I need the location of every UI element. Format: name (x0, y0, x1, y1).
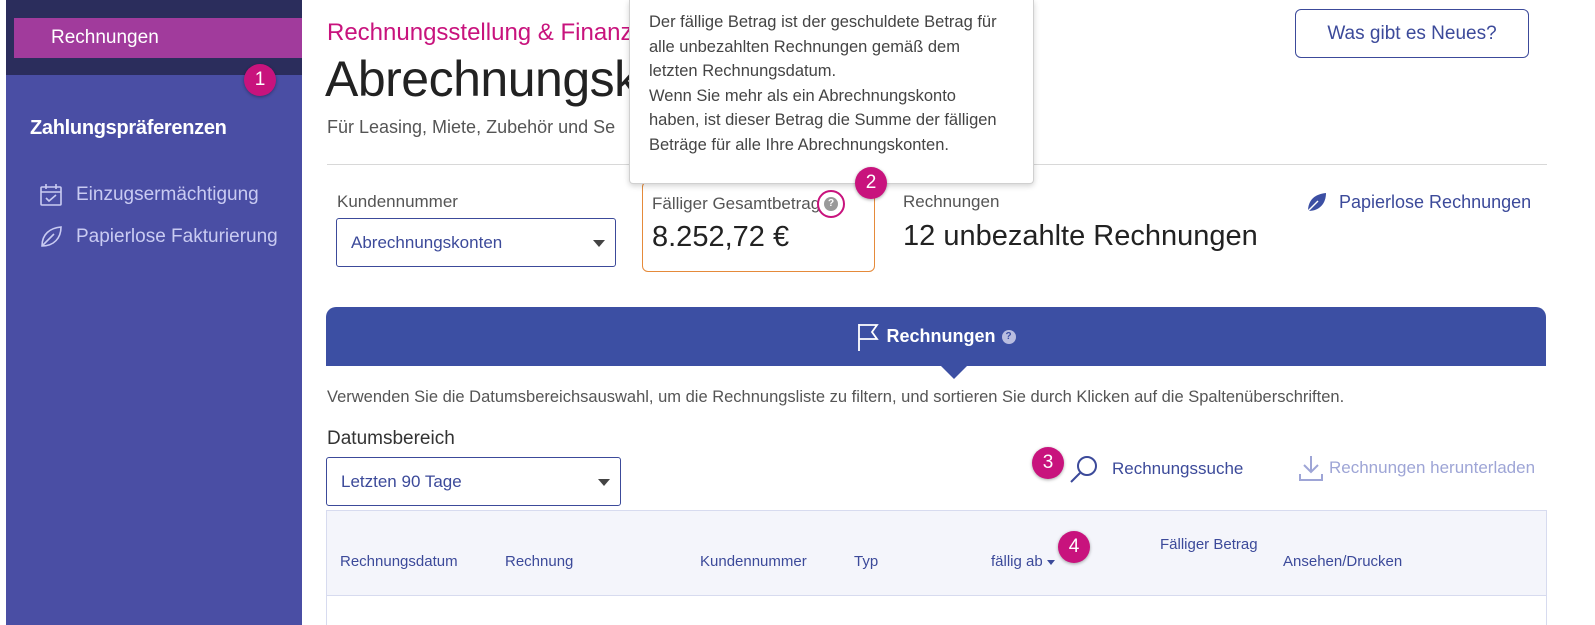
sidebar-item-einzugsermaechtigung[interactable]: Einzugsermächtigung (38, 182, 259, 208)
paperless-invoices-link[interactable]: Papierlose Rechnungen (1305, 190, 1531, 214)
tooltip-line: haben, ist dieser Betrag die Summe der f… (649, 111, 997, 130)
total-due-label: Fälliger Gesamtbetrag (652, 194, 821, 213)
tooltip-line: Beträge für alle Ihre Abrechnungskonten. (649, 135, 949, 154)
column-header-faellig-ab[interactable]: fällig ab (991, 553, 1055, 570)
annotation-marker: 4 (1058, 531, 1090, 563)
sidebar-section-title: Zahlungspräferenzen (30, 117, 227, 139)
download-invoices-button[interactable]: Rechnungen herunterladen (1297, 453, 1535, 483)
download-invoices-label: Rechnungen herunterladen (1329, 458, 1536, 477)
column-header-kundennummer[interactable]: Kundennummer (700, 553, 807, 570)
invoice-search-label: Rechnungssuche (1112, 459, 1244, 478)
annotation-marker: 2 (855, 167, 887, 199)
leaf-icon (41, 226, 62, 247)
chevron-down-icon (593, 239, 605, 247)
chevron-down-icon (598, 478, 610, 486)
whats-new-button[interactable]: Was gibt es Neues? (1295, 9, 1529, 58)
question-icon: ? (824, 197, 838, 211)
search-icon (1070, 456, 1097, 483)
customer-account-select[interactable]: Abrechnungskonten (336, 218, 616, 267)
customer-account-value: Abrechnungskonten (351, 232, 503, 252)
tab-rechnungen[interactable]: Rechnungen ? (326, 307, 1546, 366)
customer-number-label: Kundennummer (337, 192, 458, 211)
date-range-label: Datumsbereich (327, 428, 455, 449)
calendar-check-icon (40, 184, 62, 206)
tooltip-line: letzten Rechnungsdatum. (649, 62, 837, 81)
tooltip-line: Der fällige Betrag ist der geschuldete B… (649, 13, 997, 31)
column-header-rechnung[interactable]: Rechnung (505, 553, 573, 570)
page-subtitle: Für Leasing, Miete, Zubehör und Se (327, 117, 616, 137)
tooltip-line: Wenn Sie mehr als ein Abrechnungskonto (649, 86, 956, 105)
date-range-value: Letzten 90 Tage (341, 471, 462, 491)
invoice-table-body (326, 596, 1547, 625)
flag-icon (858, 323, 880, 351)
sidebar-item-rechnungen[interactable]: Rechnungen (14, 18, 302, 58)
page-title: Abrechnungsk (325, 51, 639, 107)
invoice-search-button[interactable]: Rechnungssuche (1068, 453, 1243, 485)
amount-help-tooltip: Der fällige Betrag ist der geschuldete B… (629, 0, 1034, 184)
column-header-label: fällig ab (991, 553, 1043, 570)
column-header-ansehen-drucken: Ansehen/Drucken (1283, 553, 1403, 570)
sidebar-link-label: Einzugsermächtigung (76, 184, 259, 205)
download-icon (1299, 456, 1323, 481)
instructions-text: Verwenden Sie die Datumsbereichsauswahl,… (327, 388, 1345, 406)
sort-desc-icon (1046, 559, 1055, 565)
invoice-table-header: Rechnungsdatum Rechnung Kundennummer Typ… (326, 510, 1547, 596)
help-icon[interactable]: ? (817, 190, 845, 218)
tab-label: Rechnungen (886, 326, 996, 346)
paperless-invoices-label: Papierlose Rechnungen (1339, 191, 1532, 212)
sidebar-link-label: Papierlose Fakturierung (76, 226, 278, 247)
annotation-marker: 3 (1032, 447, 1064, 479)
leaf-icon (1307, 193, 1326, 212)
total-due-value: 8.252,72 € (652, 221, 790, 253)
column-header-rechnungsdatum[interactable]: Rechnungsdatum (340, 553, 458, 570)
invoices-label: Rechnungen (903, 192, 1000, 211)
breadcrumb: Rechnungsstellung & Finanz (327, 19, 633, 46)
column-header-typ[interactable]: Typ (854, 553, 878, 570)
annotation-marker: 1 (244, 64, 276, 96)
tab-indicator (940, 365, 968, 379)
column-header-faelliger-betrag[interactable]: Fälliger Betrag (1160, 536, 1258, 553)
help-icon[interactable]: ? (1001, 329, 1016, 344)
sidebar-item-papierlose-fakturierung[interactable]: Papierlose Fakturierung (38, 224, 278, 250)
tooltip-line: alle unbezahlten Rechnungen gemäß dem (649, 37, 960, 56)
unpaid-invoices-count: 12 unbezahlte Rechnungen (903, 220, 1258, 252)
date-range-select[interactable]: Letzten 90 Tage (326, 457, 621, 506)
